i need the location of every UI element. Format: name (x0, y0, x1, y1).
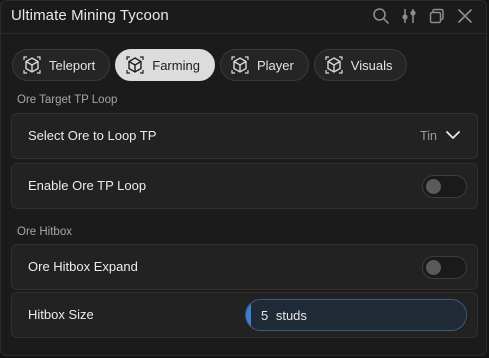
tab-visuals[interactable]: Visuals (313, 49, 408, 81)
tab-farming[interactable]: Farming (115, 49, 215, 81)
cube-icon (325, 56, 343, 74)
toggle-knob (426, 260, 441, 275)
tab-teleport[interactable]: Teleport (12, 49, 111, 81)
ore-tp-loop-row: Enable Ore TP Loop (11, 163, 478, 209)
title-bar[interactable]: Ultimate Mining Tycoon (1, 1, 486, 34)
search-icon[interactable] (370, 5, 392, 27)
dropdown-value: Tin (420, 129, 437, 143)
close-icon[interactable] (454, 5, 476, 27)
dropdown-label: Select Ore to Loop TP (28, 128, 157, 143)
tab-player[interactable]: Player (219, 49, 309, 81)
tab-label: Visuals (350, 57, 393, 73)
slider-fill (246, 300, 251, 330)
cube-icon (231, 56, 249, 74)
hitbox-size-row: Hitbox Size 5 studs (11, 292, 478, 338)
slider-value: 5 studs (261, 308, 307, 323)
hitbox-expand-row: Ore Hitbox Expand (11, 244, 478, 290)
cube-icon (23, 56, 41, 74)
toggle-label: Enable Ore TP Loop (28, 178, 147, 193)
hitbox-expand-toggle[interactable] (422, 256, 467, 279)
chevron-down-icon (445, 127, 461, 143)
tab-bar: Teleport Farming Player Visuals (12, 49, 408, 81)
title-bar-controls (370, 5, 476, 27)
sliders-icon[interactable] (398, 5, 420, 27)
tab-label: Teleport (49, 57, 96, 73)
window-title: Ultimate Mining Tycoon (11, 7, 169, 24)
minimize-icon[interactable] (426, 5, 448, 27)
section-label-ore-hitbox: Ore Hitbox (17, 226, 72, 238)
ore-tp-loop-toggle[interactable] (422, 175, 467, 198)
main-window: Ultimate Mining Tycoon Teleport Farming … (0, 0, 487, 356)
toggle-knob (426, 179, 441, 194)
tab-label: Player (256, 57, 294, 73)
slider-label: Hitbox Size (28, 307, 94, 322)
section-label-ore-target: Ore Target TP Loop (17, 94, 118, 106)
hitbox-size-slider[interactable]: 5 studs (245, 299, 467, 331)
cube-icon (126, 56, 144, 74)
tab-label: Farming (152, 57, 200, 73)
toggle-label: Ore Hitbox Expand (28, 259, 138, 274)
ore-select-dropdown[interactable]: Select Ore to Loop TP Tin (11, 113, 478, 159)
